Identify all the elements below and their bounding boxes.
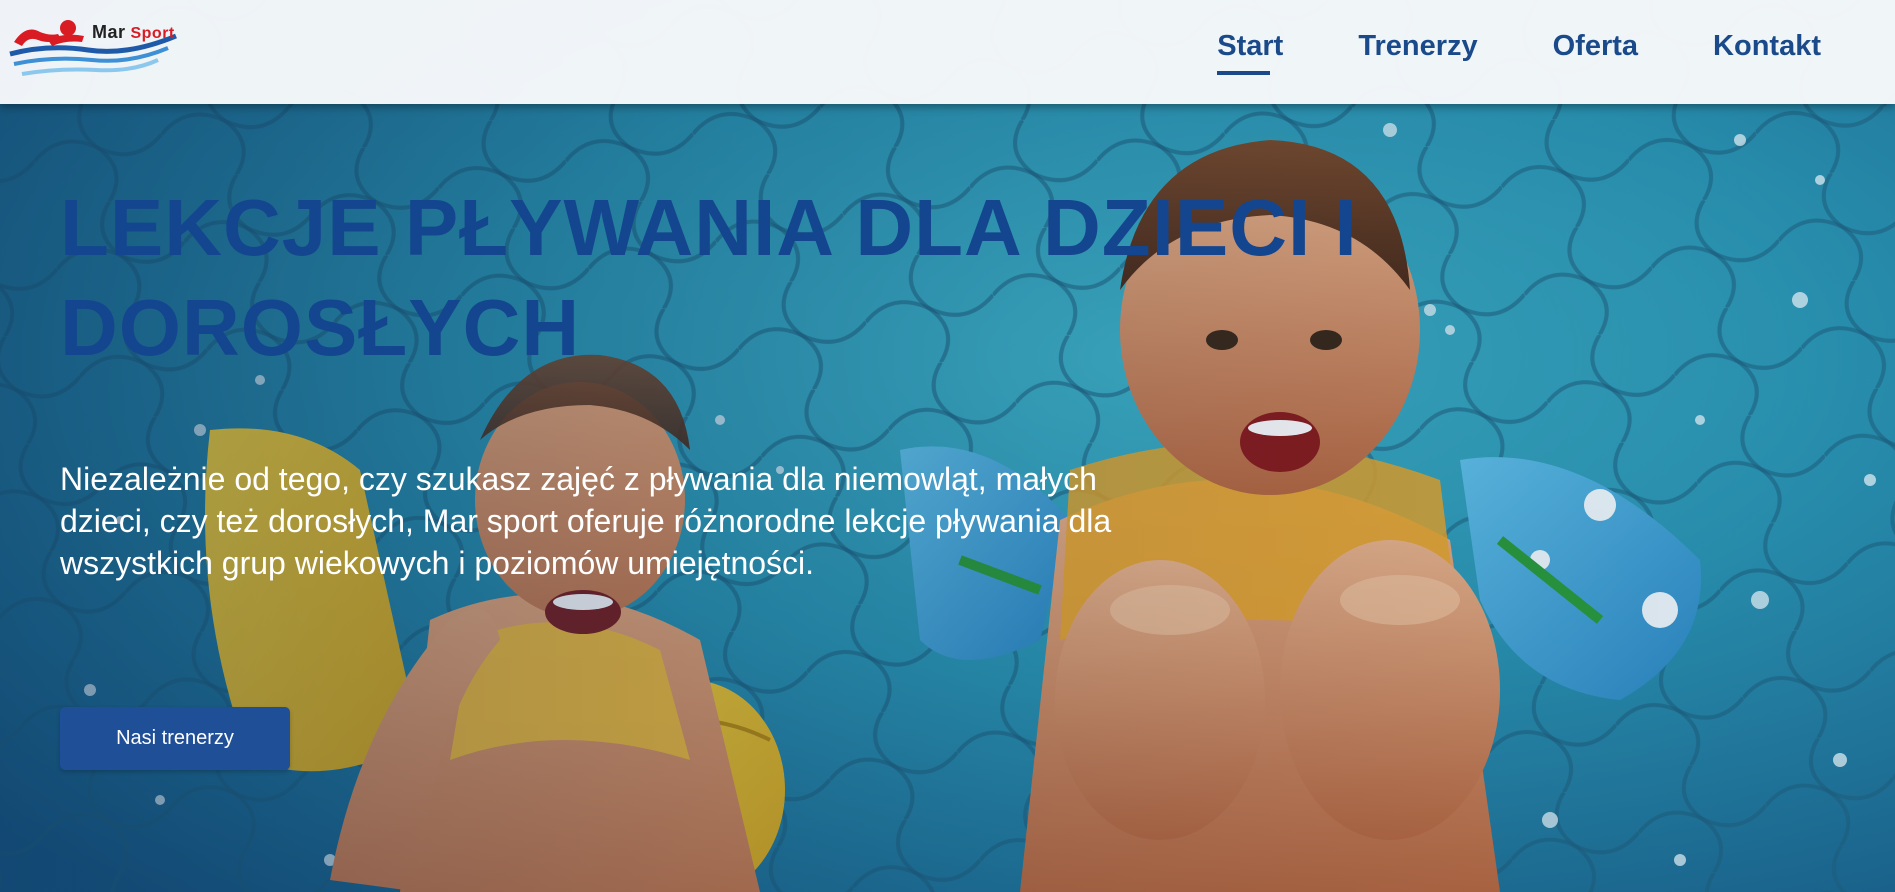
nav-item-oferta[interactable]: Oferta <box>1553 30 1638 63</box>
page: Mar Sport Start Trenerzy Oferta Kontakt … <box>0 0 1895 892</box>
hero-title: LEKCJE PŁYWANIA DLA DZIECI I DOROSŁYCH <box>60 183 1358 372</box>
nav-item-trenerzy[interactable]: Trenerzy <box>1358 30 1477 63</box>
logo-text: Mar Sport <box>92 22 175 42</box>
site-header: Mar Sport Start Trenerzy Oferta Kontakt <box>0 0 1895 104</box>
logo[interactable]: Mar Sport <box>8 14 178 84</box>
nav-item-kontakt[interactable]: Kontakt <box>1713 30 1821 63</box>
hero-description: Niezależnie od tego, czy szukasz zajęć z… <box>60 461 1112 581</box>
our-trainers-button[interactable]: Nasi trenerzy <box>60 707 290 770</box>
main-nav: Start Trenerzy Oferta Kontakt <box>1142 30 1821 75</box>
nav-item-start[interactable]: Start <box>1217 30 1283 75</box>
